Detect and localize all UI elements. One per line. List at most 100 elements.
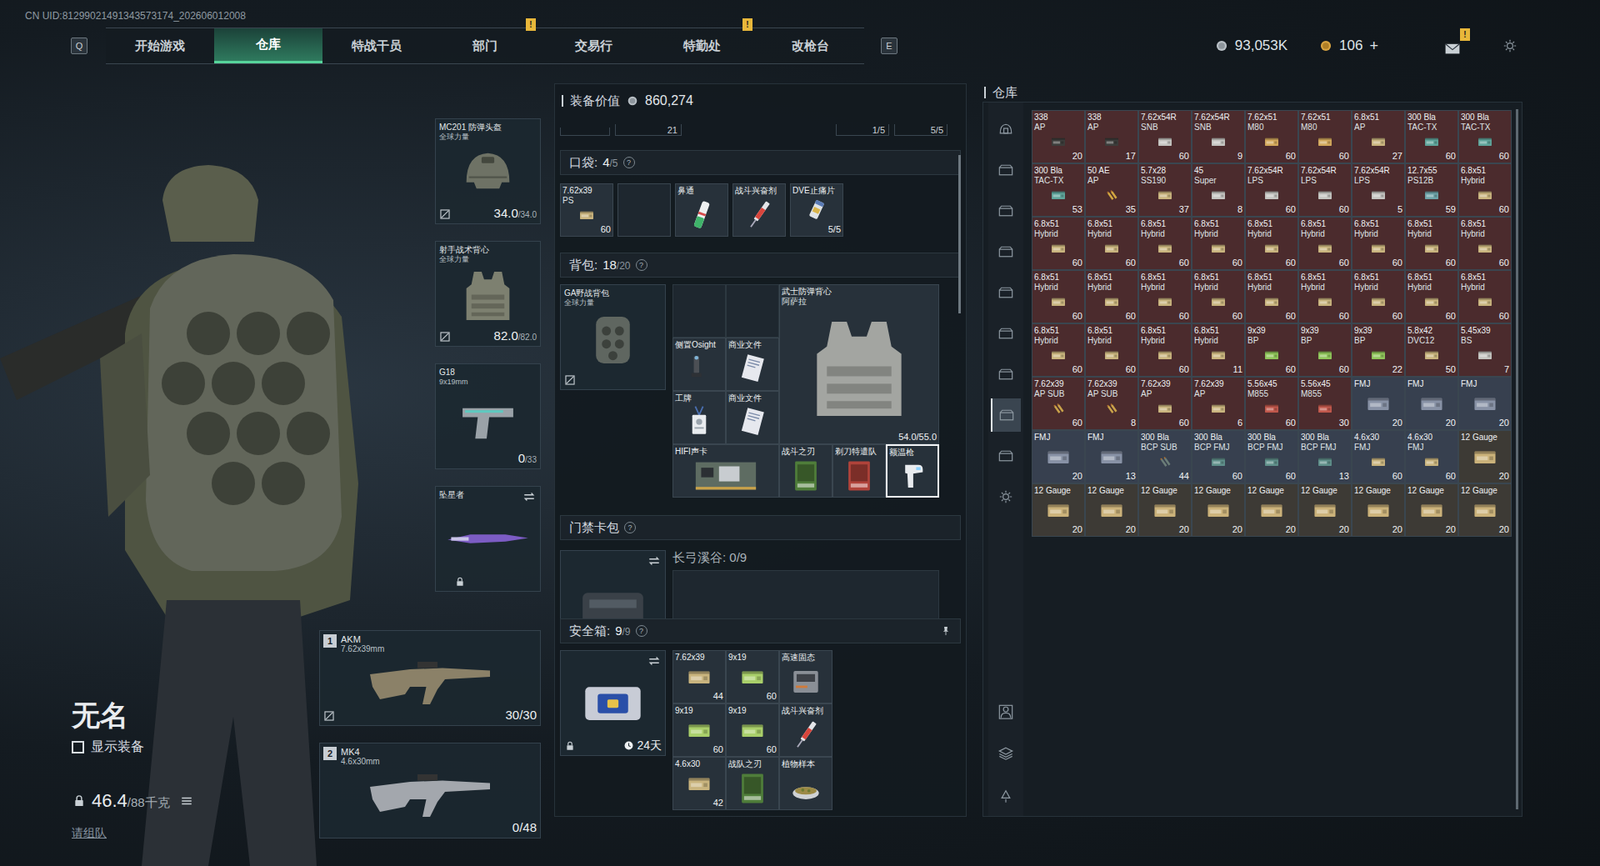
warehouse-tab[interactable] xyxy=(990,695,1021,729)
warehouse-tab[interactable] xyxy=(990,778,1021,812)
item-cell[interactable]: 工牌 xyxy=(672,390,726,445)
item-cell[interactable]: 6.8x51Hybrid60 xyxy=(1458,163,1512,217)
item-cell[interactable]: 7.62x54RSNB9 xyxy=(1191,110,1245,164)
item-cell[interactable]: 9x39BP60 xyxy=(1245,323,1299,377)
item-cell[interactable]: 12.7x55PS12B59 xyxy=(1405,163,1459,217)
nav-tab[interactable]: 特战干员 xyxy=(322,28,431,64)
item-cell[interactable]: 5.56x45M85530 xyxy=(1298,376,1352,430)
warehouse-tab[interactable] xyxy=(990,316,1021,350)
item-cell[interactable]: 9x39BP60 xyxy=(1298,323,1352,377)
help-icon[interactable]: ? xyxy=(624,521,636,534)
item-cell[interactable]: 300 BlaBCP FMJ60 xyxy=(1191,430,1245,484)
item-cell[interactable]: 6.8x51AP27 xyxy=(1351,110,1405,164)
item-cell[interactable]: 额温枪 xyxy=(885,444,940,498)
item-cell[interactable]: 300 BlaTAC-TX60 xyxy=(1458,110,1512,164)
item-cell[interactable]: 6.8x51Hybrid60 xyxy=(1458,216,1512,270)
item-cell[interactable]: 9x1960 xyxy=(725,650,780,704)
item-cell[interactable]: 剃刀特遣队 xyxy=(832,444,886,498)
item-cell[interactable]: FMJ13 xyxy=(1085,430,1139,484)
item-cell[interactable]: 6.8x51Hybrid60 xyxy=(1085,270,1139,324)
item-cell[interactable]: 7.62x51M8060 xyxy=(1298,110,1352,164)
gear-slot[interactable]: 坠星者 xyxy=(435,485,541,592)
warehouse-tab[interactable] xyxy=(990,235,1021,269)
help-icon[interactable]: ? xyxy=(635,259,648,271)
item-cell[interactable]: 商业文件 xyxy=(725,390,780,445)
safe-box-slot[interactable]: 24天 xyxy=(560,650,666,756)
nav-tab[interactable]: 改枪台 xyxy=(755,28,865,64)
warehouse-tab[interactable] xyxy=(990,736,1021,770)
item-cell[interactable]: 6.8x51Hybrid60 xyxy=(1191,270,1245,324)
empty-slot[interactable] xyxy=(725,284,780,338)
item-cell[interactable]: 5.8x42DVC1250 xyxy=(1405,323,1459,377)
warehouse-tab[interactable] xyxy=(990,275,1021,310)
item-cell[interactable]: 7.62x39AP6 xyxy=(1191,376,1245,430)
item-cell[interactable]: 338AP20 xyxy=(1031,110,1085,164)
item-cell[interactable]: 6.8x51Hybrid60 xyxy=(1245,216,1299,270)
item-cell[interactable]: 6.8x51Hybrid60 xyxy=(1031,270,1085,324)
weapon-slot[interactable]: 2MK44.6x30mm0/48 xyxy=(319,742,541,839)
item-cell[interactable]: 6.8x51Hybrid60 xyxy=(1138,323,1192,377)
item-cell[interactable]: 338AP17 xyxy=(1085,110,1139,164)
item-cell[interactable]: 侧置Osight xyxy=(672,337,726,391)
item-cell[interactable]: 12 Gauge20 xyxy=(1405,483,1459,537)
warehouse-tab[interactable] xyxy=(990,112,1021,146)
item-cell[interactable]: 12 Gauge20 xyxy=(1138,483,1192,537)
item-cell[interactable]: FMJ20 xyxy=(1458,376,1512,430)
item-cell[interactable]: DVE止痛片5/5 xyxy=(790,183,844,237)
item-cell[interactable]: FMJ20 xyxy=(1031,430,1085,484)
backpack-slot[interactable]: GA野战背包全球力量 xyxy=(560,284,666,390)
item-cell[interactable]: 6.8x51Hybrid60 xyxy=(1031,216,1085,270)
item-cell[interactable]: 45Super8 xyxy=(1191,163,1245,217)
hotkey[interactable]: E xyxy=(880,37,898,55)
item-cell[interactable]: 9x39BP22 xyxy=(1351,323,1405,377)
item-cell[interactable]: 6.8x51Hybrid60 xyxy=(1405,270,1459,324)
team-link[interactable]: 请组队 xyxy=(71,822,320,843)
gear-slot[interactable]: G189x19mm0/33 xyxy=(435,363,541,470)
item-cell[interactable]: 7.62x54RLPS60 xyxy=(1245,163,1299,217)
scrollbar[interactable] xyxy=(958,155,961,314)
help-icon[interactable]: ? xyxy=(635,625,648,637)
item-cell[interactable]: 6.8x51Hybrid60 xyxy=(1351,216,1405,270)
item-cell[interactable]: 12 Gauge20 xyxy=(1458,483,1512,537)
item-cell[interactable]: 6.8x51Hybrid60 xyxy=(1138,270,1192,324)
item-cell[interactable]: 4.6x30FMJ60 xyxy=(1351,430,1405,484)
warehouse-tab[interactable] xyxy=(990,153,1021,187)
item-cell[interactable]: 300 BlaBCP SUB44 xyxy=(1138,430,1192,484)
item-cell[interactable]: 300 BlaTAC-TX53 xyxy=(1031,163,1085,217)
item-cell[interactable]: 6.8x51Hybrid60 xyxy=(1298,270,1352,324)
item-cell[interactable]: 12 Gauge20 xyxy=(1191,483,1245,537)
keycard-case-slot[interactable] xyxy=(560,550,666,619)
item-cell[interactable]: 5.7x28SS19037 xyxy=(1138,163,1192,217)
item-cell[interactable]: 战斗之刃 xyxy=(779,444,833,498)
item-cell[interactable]: 12 Gauge20 xyxy=(1351,483,1405,537)
nav-tab[interactable]: 特勤处! xyxy=(647,28,756,64)
item-cell[interactable]: 植物样本 xyxy=(779,756,833,810)
empty-slot[interactable] xyxy=(617,183,671,237)
item-cell[interactable]: 6.8x51Hybrid60 xyxy=(1085,323,1139,377)
warehouse-tab[interactable] xyxy=(990,357,1021,391)
add-button[interactable]: + xyxy=(1369,35,1379,58)
item-cell[interactable]: 6.8x51Hybrid60 xyxy=(1138,216,1192,270)
item-cell[interactable]: 5.56x45M85560 xyxy=(1245,376,1299,430)
nav-tab[interactable]: 交易行 xyxy=(539,28,648,64)
item-cell[interactable]: 4.6x3042 xyxy=(672,756,726,810)
warehouse-tab[interactable] xyxy=(990,398,1021,432)
item-cell[interactable]: 7.62x39AP60 xyxy=(1138,376,1192,430)
item-cell[interactable]: 7.62x39AP SUB8 xyxy=(1085,376,1139,430)
item-cell[interactable]: 战斗兴奋剂 xyxy=(779,703,833,757)
item-cell[interactable]: 6.8x51Hybrid60 xyxy=(1191,216,1245,270)
gear-slot[interactable]: 射手战术背心全球力量82.0/82.0 xyxy=(435,240,541,347)
item-cell[interactable]: 商业文件 xyxy=(725,337,780,391)
warehouse-tab[interactable] xyxy=(990,480,1021,514)
item-cell[interactable]: 6.8x51Hybrid60 xyxy=(1458,270,1512,324)
item-cell[interactable]: 300 BlaBCP FMJ13 xyxy=(1298,430,1352,484)
item-cell[interactable]: 战队之刃 xyxy=(725,756,780,810)
weapon-slot[interactable]: 1AKM7.62x39mm30/30 xyxy=(319,630,541,726)
item-cell[interactable]: 5.45x39BS7 xyxy=(1458,323,1512,377)
item-cell[interactable]: 300 BlaTAC-TX60 xyxy=(1405,110,1459,164)
item-cell[interactable]: 7.62x51M8060 xyxy=(1245,110,1299,164)
item-cell[interactable]: HIFI声卡 xyxy=(672,444,780,498)
loadout-scroll[interactable]: 211/55/5口袋:4/5?7.62x39PS60鼻通战斗兴奋剂DVE止痛片5… xyxy=(555,117,966,619)
item-cell[interactable]: 6.8x51Hybrid60 xyxy=(1405,216,1459,270)
item-cell[interactable]: 6.8x51Hybrid60 xyxy=(1031,323,1085,377)
